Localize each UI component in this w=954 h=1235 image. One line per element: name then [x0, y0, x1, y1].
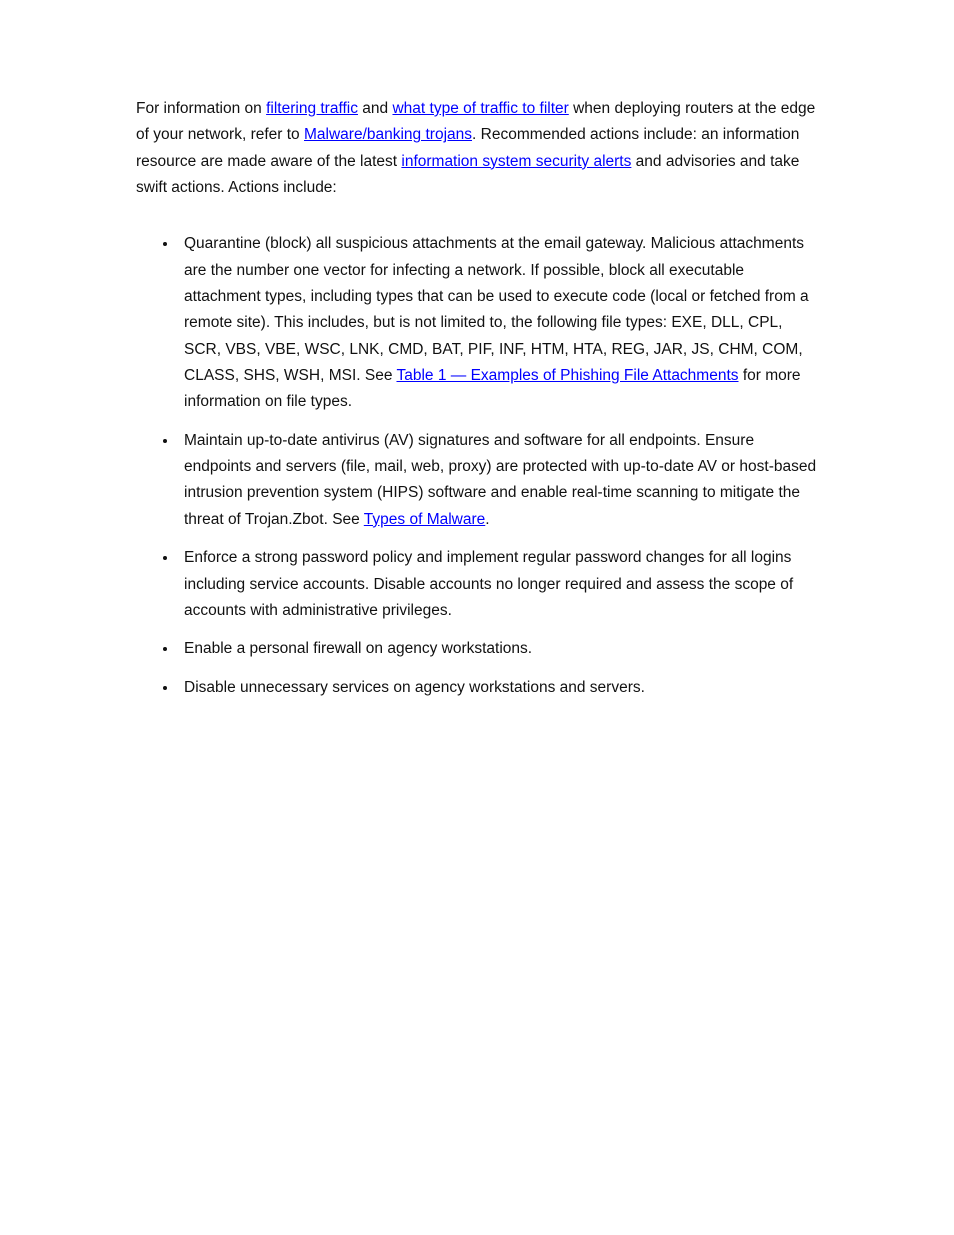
item-text: Enable a personal firewall on agency wor… — [184, 640, 532, 657]
item-text: Disable unnecessary services on agency w… — [184, 679, 645, 696]
intro-text-4: . Recommended actions include: — [472, 126, 697, 143]
link-filtering-traffic[interactable]: filtering traffic — [266, 100, 358, 117]
item-text: Enforce a strong password policy and imp… — [184, 549, 793, 619]
intro-text-2: and — [358, 100, 392, 117]
recommendations-list: Quarantine (block) all suspicious attach… — [136, 231, 818, 701]
intro-text-1: For information on — [136, 100, 266, 117]
list-item: Quarantine (block) all suspicious attach… — [178, 231, 818, 415]
intro-paragraph: For information on filtering traffic and… — [136, 96, 818, 201]
list-item: Enforce a strong password policy and imp… — [178, 545, 818, 624]
list-item: Maintain up-to-date antivirus (AV) signa… — [178, 428, 818, 533]
list-item: Disable unnecessary services on agency w… — [178, 675, 818, 701]
list-item: Enable a personal firewall on agency wor… — [178, 636, 818, 662]
link-types-of-malware[interactable]: Types of Malware — [364, 511, 485, 528]
item-text: Maintain up-to-date antivirus (AV) signa… — [184, 432, 816, 528]
link-traffic-type[interactable]: what type of traffic to filter — [392, 100, 568, 117]
item-text-tail: . — [485, 511, 489, 528]
link-security-alerts[interactable]: information system security alerts — [401, 153, 631, 170]
link-table-1[interactable]: Table 1 — Examples of Phishing File Atta… — [396, 367, 738, 384]
item-text: Quarantine (block) all suspicious attach… — [184, 235, 809, 384]
link-malware-trojans[interactable]: Malware/banking trojans — [304, 126, 472, 143]
